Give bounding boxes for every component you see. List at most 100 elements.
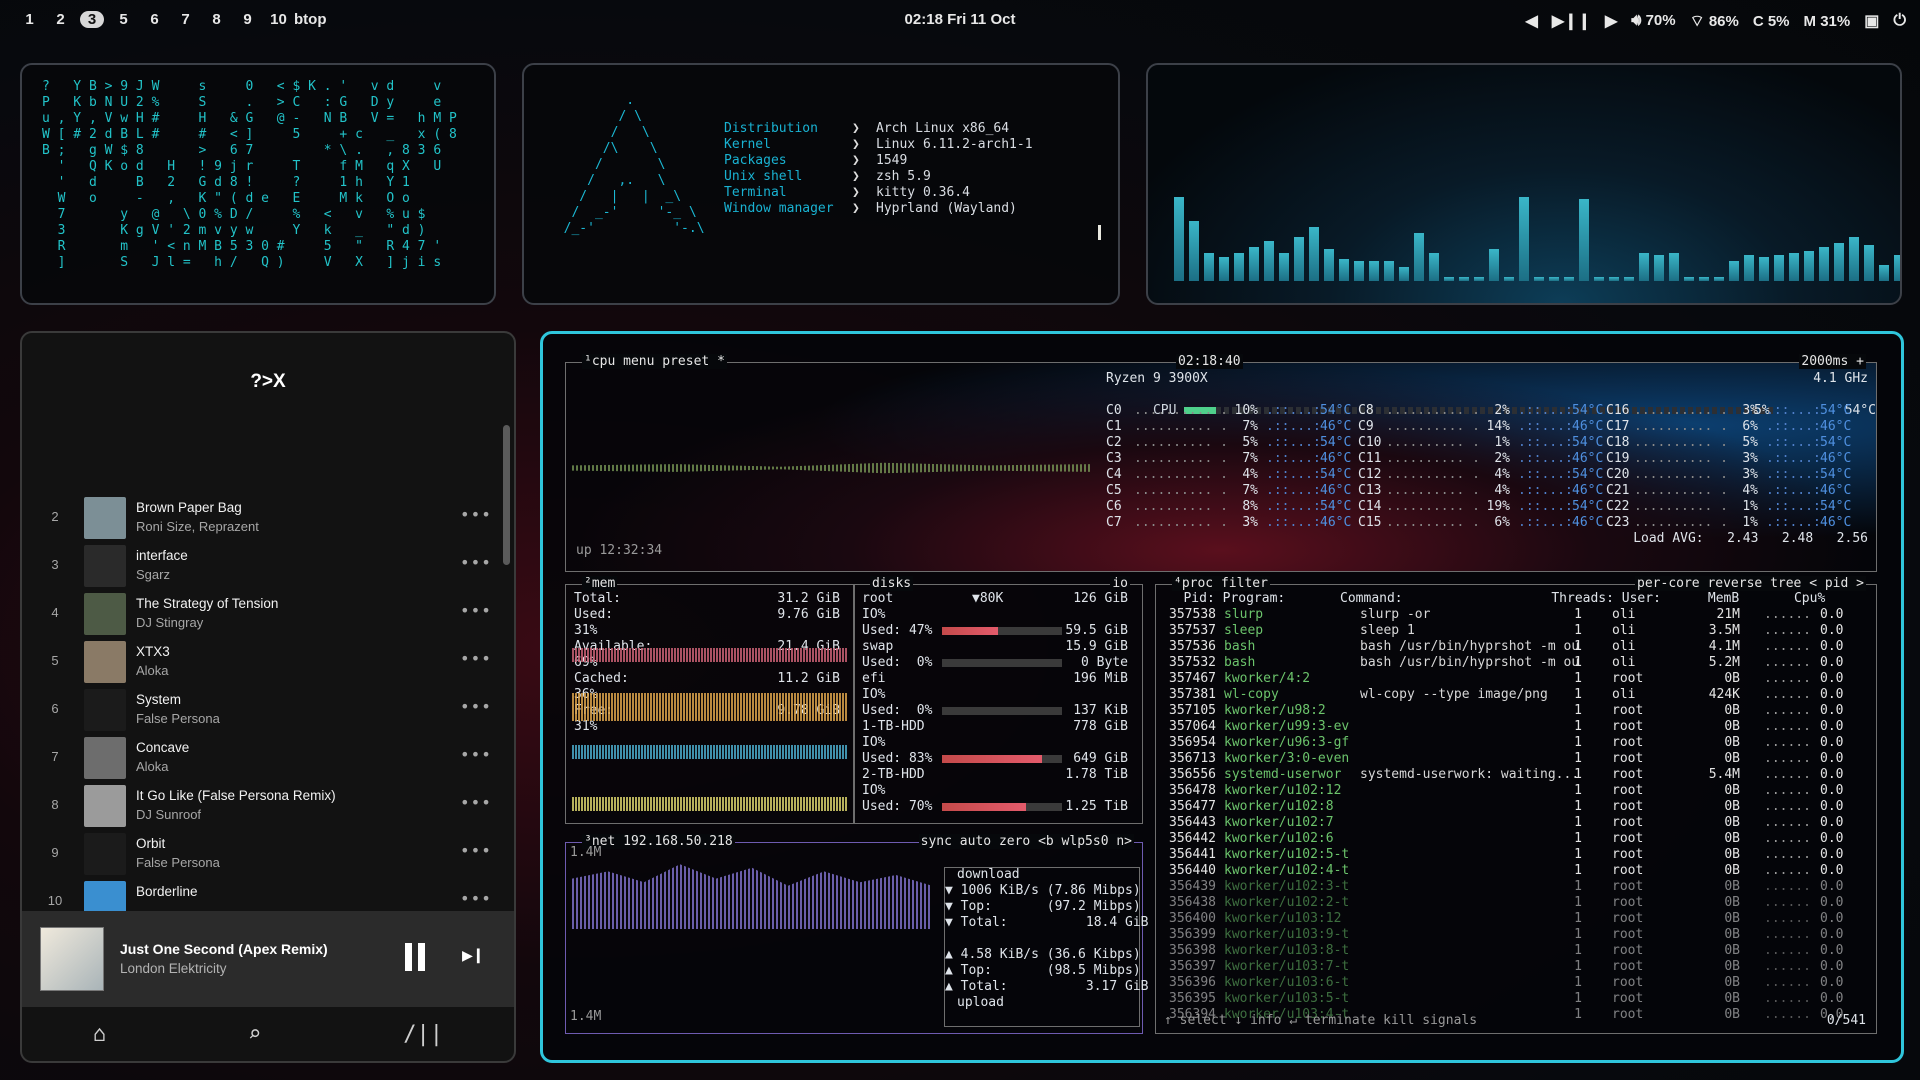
process-row[interactable]: 356400 kworker/u103:12 1 root 0B 0.0...... — [1160, 911, 1860, 927]
workspace-1[interactable]: 1 — [14, 11, 45, 28]
proc-options[interactable]: per-core reverse tree < pid > — [1635, 576, 1866, 591]
library-icon[interactable]: /|| — [403, 1022, 443, 1047]
process-row[interactable]: 356398 kworker/u103:8-t 1 root 0B 0.0...... — [1160, 943, 1860, 959]
process-row[interactable]: 356713 kworker/3:0-even 1 root 0B 0.0...... — [1160, 751, 1860, 767]
track-row[interactable]: 6 System False Persona ••• — [22, 685, 492, 733]
track-artist[interactable]: Sgarz — [136, 567, 170, 582]
io-toggle[interactable]: io — [1110, 576, 1130, 591]
more-options-icon[interactable]: ••• — [460, 649, 492, 668]
process-row[interactable]: 356954 kworker/u96:3-gf 1 root 0B 0.0...... — [1160, 735, 1860, 751]
process-row[interactable]: 357381 wl-copy wl-copy --type image/png 1 ol… — [1160, 687, 1860, 703]
filter-button[interactable]: filter — [1221, 576, 1268, 591]
workspace-10[interactable]: 10 — [263, 11, 294, 28]
screenshot-icon[interactable]: ▣ — [1864, 11, 1879, 31]
more-options-icon[interactable]: ••• — [460, 697, 492, 716]
workspace-9[interactable]: 9 — [232, 11, 263, 28]
proc-footer[interactable]: ↑ select ↓ info ↵ terminate kill signals — [1164, 1013, 1477, 1029]
track-row[interactable]: 9 Orbit False Persona ••• — [22, 829, 492, 877]
process-row[interactable]: 357538 slurp slurp -or 1 oli 21M 0.0...... — [1160, 607, 1860, 623]
process-row[interactable]: 356441 kworker/u102:5-t 1 root 0B 0.0...... — [1160, 847, 1860, 863]
preset-button[interactable]: preset * — [662, 354, 725, 369]
track-artist[interactable]: Roni Size, Reprazent — [136, 519, 259, 534]
track-artist[interactable]: DJ Sunroof — [136, 807, 201, 822]
matrix-terminal[interactable]: ? Y B > 9 J W s 0 < $ K . ' v d v P K b … — [20, 63, 496, 305]
track-row[interactable]: 2 Brown Paper Bag Roni Size, Reprazent ••• — [22, 493, 492, 541]
track-row[interactable]: 7 Concave Aloka ••• — [22, 733, 492, 781]
process-row[interactable]: 356443 kworker/u102:7 1 root 0B 0.0...... — [1160, 815, 1860, 831]
track-artist[interactable]: Aloka — [136, 759, 169, 774]
track-row[interactable]: 8 It Go Like (False Persona Remix) DJ Sunr… — [22, 781, 492, 829]
update-interval[interactable]: 2000ms + — [1799, 354, 1866, 369]
track-row[interactable]: 3 interface Sgarz ••• — [22, 541, 492, 589]
workspace-6[interactable]: 6 — [139, 11, 170, 28]
track-artist[interactable]: DJ Stingray — [136, 615, 203, 630]
process-row[interactable]: 357536 bash bash /usr/bin/hyprshot -m ou 1 o… — [1160, 639, 1860, 655]
pause-button[interactable] — [403, 943, 427, 971]
workspace-3[interactable]: 3 — [80, 11, 104, 28]
track-artist[interactable]: False Persona — [136, 855, 220, 870]
more-options-icon[interactable]: ••• — [460, 841, 492, 860]
process-row[interactable]: 356440 kworker/u102:4-t 1 root 0B 0.0...... — [1160, 863, 1860, 879]
now-playing-bar[interactable]: Just One Second (Apex Remix) London Elek… — [22, 911, 514, 1007]
btop-terminal[interactable]: ¹cpu menu preset * 02:18:40 2000ms + up … — [540, 331, 1904, 1063]
search-icon[interactable]: ⌕ — [248, 1022, 261, 1047]
home-icon[interactable]: ⌂ — [93, 1022, 106, 1047]
process-row[interactable]: 357537 sleep sleep 1 1 oli 3.5M 0.0...... — [1160, 623, 1860, 639]
sync-toggle[interactable]: sync — [921, 834, 952, 849]
workspace-5[interactable]: 5 — [108, 11, 139, 28]
workspace-2[interactable]: 2 — [45, 11, 76, 28]
track-title[interactable]: XTX3 — [136, 644, 170, 659]
play-pause-icon[interactable]: ▶❙❙ — [1552, 11, 1591, 31]
track-artist[interactable]: False Persona — [136, 711, 220, 726]
more-options-icon[interactable]: ••• — [460, 793, 492, 812]
track-artist[interactable]: Aloka — [136, 663, 169, 678]
more-options-icon[interactable]: ••• — [460, 745, 492, 764]
process-row[interactable]: 356477 kworker/u102:8 1 root 0B 0.0...... — [1160, 799, 1860, 815]
track-title[interactable]: Borderline — [136, 884, 198, 899]
track-title[interactable]: Brown Paper Bag — [136, 500, 242, 515]
track-row[interactable]: 4 The Strategy of Tension DJ Stingray ••• — [22, 589, 492, 637]
track-title[interactable]: interface — [136, 548, 188, 563]
process-row[interactable]: 356397 kworker/u103:7-t 1 root 0B 0.0...... — [1160, 959, 1860, 975]
workspace-btop[interactable]: btop — [294, 11, 326, 28]
track-title[interactable]: The Strategy of Tension — [136, 596, 278, 611]
volume-indicator[interactable]: 🔊︎ 70% — [1631, 12, 1675, 30]
process-row[interactable]: 356439 kworker/u102:3-t 1 root 0B 0.0...... — [1160, 879, 1860, 895]
process-row[interactable]: 356556 systemd-userwor systemd-userwork: w… — [1160, 767, 1860, 783]
more-options-icon[interactable]: ••• — [460, 553, 492, 572]
track-title[interactable]: Orbit — [136, 836, 165, 851]
cpu-box-title[interactable]: ¹cpu menu preset * — [582, 354, 727, 369]
now-playing-artist[interactable]: London Elektricity — [120, 961, 227, 976]
workspace-8[interactable]: 8 — [201, 11, 232, 28]
auto-toggle[interactable]: auto — [960, 834, 991, 849]
process-row[interactable]: 356442 kworker/u102:6 1 root 0B 0.0...... — [1160, 831, 1860, 847]
workspace-7[interactable]: 7 — [170, 11, 201, 28]
more-options-icon[interactable]: ••• — [460, 889, 492, 908]
process-row[interactable]: 357532 bash bash /usr/bin/hyprshot -m ou 1 o… — [1160, 655, 1860, 671]
process-row[interactable]: 356438 kworker/u102:2-t 1 root 0B 0.0...... — [1160, 895, 1860, 911]
more-options-icon[interactable]: ••• — [460, 601, 492, 620]
process-row[interactable]: 357467 kworker/4:2 1 root 0B 0.0...... — [1160, 671, 1860, 687]
track-title[interactable]: It Go Like (False Persona Remix) — [136, 788, 336, 803]
now-playing-title[interactable]: Just One Second (Apex Remix) — [120, 941, 328, 957]
process-row[interactable]: 356395 kworker/u103:5-t 1 root 0B 0.0...... — [1160, 991, 1860, 1007]
more-options-icon[interactable]: ••• — [460, 505, 492, 524]
spotify-window[interactable]: ?>X 2 Brown Paper Bag Roni Size, Reprazent… — [20, 331, 516, 1063]
process-row[interactable]: 356478 kworker/u102:12 1 root 0B 0.0...... — [1160, 783, 1860, 799]
scrollbar[interactable] — [503, 425, 510, 565]
fastfetch-terminal[interactable]: . / \ / \ /\ \ / \ / ,. \ / | | _\ / _-'… — [522, 63, 1120, 305]
process-row[interactable]: 357064 kworker/u99:3-ev 1 root 0B 0.0...... — [1160, 719, 1860, 735]
process-row[interactable]: 357105 kworker/u98:2 1 root 0B 0.0...... — [1160, 703, 1860, 719]
track-title[interactable]: System — [136, 692, 181, 707]
track-row[interactable]: 5 XTX3 Aloka ••• — [22, 637, 492, 685]
interface-selector[interactable]: <b wlp5s0 n> — [1038, 834, 1132, 849]
track-title[interactable]: Concave — [136, 740, 189, 755]
next-track-icon[interactable]: ▶ — [1605, 11, 1617, 31]
menu-button[interactable]: menu — [623, 354, 654, 369]
wifi-indicator[interactable]: ⌔ 86% — [1690, 11, 1739, 31]
zero-toggle[interactable]: zero — [999, 834, 1030, 849]
power-icon[interactable]: ⏻ — [1893, 12, 1906, 30]
process-row[interactable]: 356399 kworker/u103:9-t 1 root 0B 0.0...... — [1160, 927, 1860, 943]
previous-track-icon[interactable]: ◀ — [1526, 11, 1538, 31]
next-button[interactable]: ▶❙ — [462, 945, 484, 966]
